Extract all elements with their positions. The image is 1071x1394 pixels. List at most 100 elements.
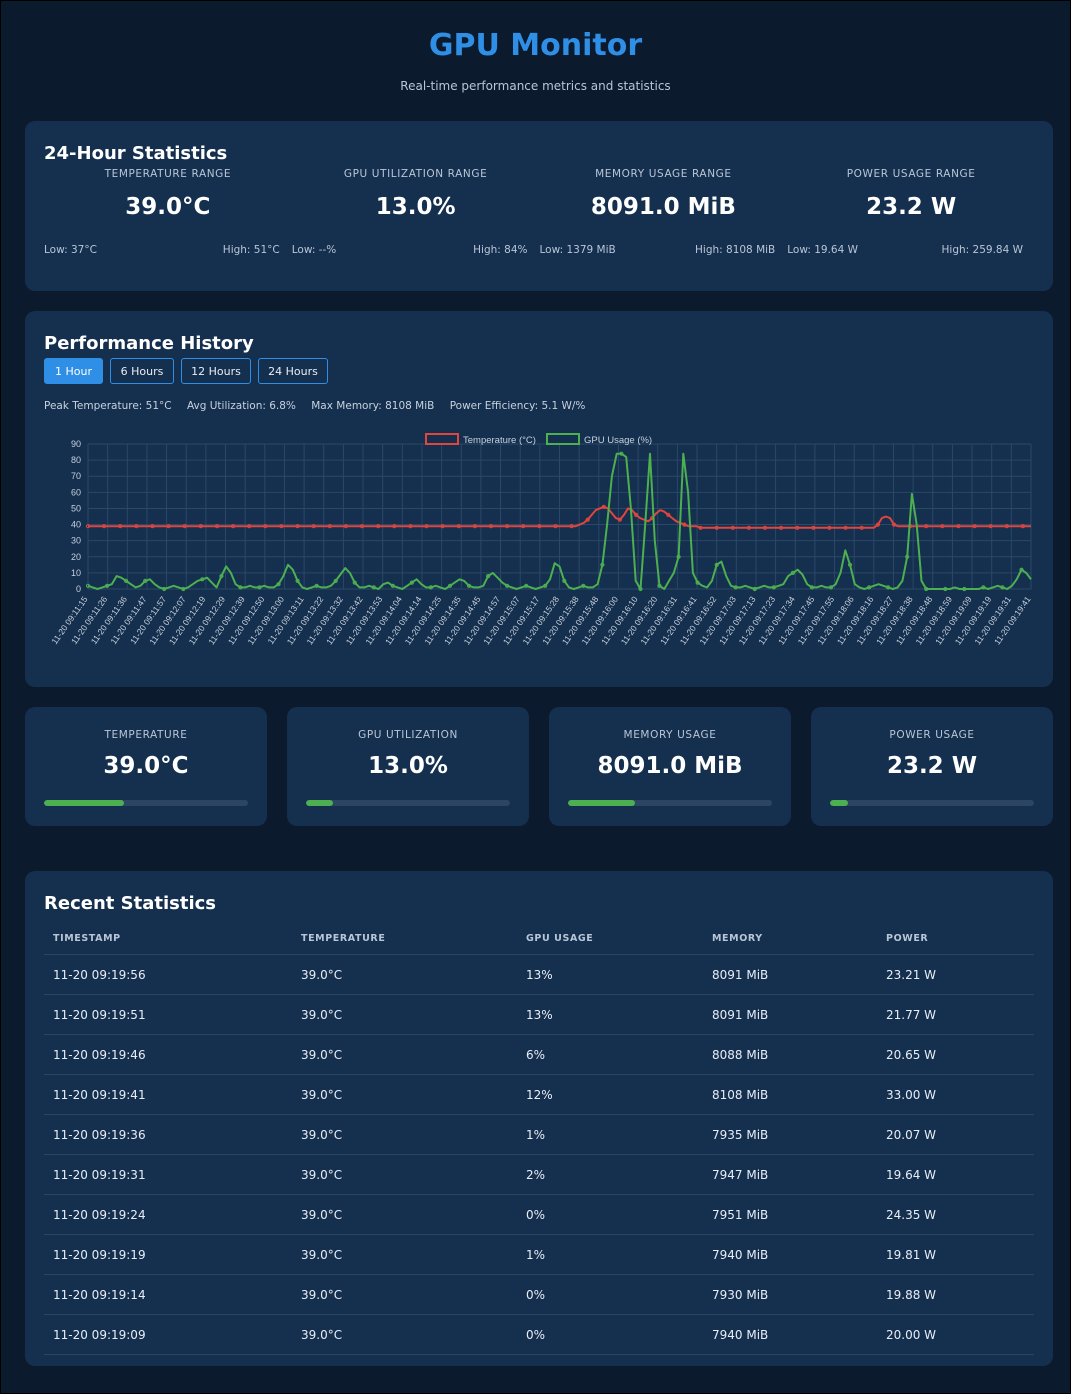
column-header-timestamp: Timestamp xyxy=(44,922,292,955)
page-header: GPU Monitor Real-time performance metric… xyxy=(1,1,1070,93)
progress-track xyxy=(830,800,1034,806)
table-row: 11-20 09:19:36 39.0°C 1% 7935 MiB 20.07 W xyxy=(44,1114,1034,1155)
metric-value: 8091.0 MiB xyxy=(597,753,743,779)
progress-fill xyxy=(830,800,849,806)
legend-label: GPU Usage (%) xyxy=(584,435,652,446)
cell-temperature: 39.0°C xyxy=(292,1074,517,1115)
stat-low-high: Low: 19.64 W High: 259.84 W xyxy=(787,244,1035,256)
metric-label: Memory Usage xyxy=(623,729,717,741)
metric-card-power-usage: Power Usage 23.2 W xyxy=(811,707,1053,826)
cell-timestamp: 11-20 09:19:24 xyxy=(44,1194,292,1235)
cell-memory: 7940 MiB xyxy=(703,1314,877,1355)
cell-temperature: 39.0°C xyxy=(292,1314,517,1355)
cell-timestamp: 11-20 09:19:46 xyxy=(44,1034,292,1075)
column-header-temperature: Temperature xyxy=(292,922,517,955)
y-tick-label: 20 xyxy=(71,552,81,562)
cell-memory: 7930 MiB xyxy=(703,1274,877,1315)
table-row: 11-20 09:19:09 39.0°C 0% 7940 MiB 20.00 W xyxy=(44,1314,1034,1355)
y-tick-label: 40 xyxy=(71,520,81,530)
metric-value: 23.2 W xyxy=(886,753,978,779)
cell-temperature: 39.0°C xyxy=(292,1274,517,1315)
progress-fill xyxy=(568,800,636,806)
metric-value: 13.0% xyxy=(368,753,448,779)
cell-temperature: 39.0°C xyxy=(292,1194,517,1235)
cell-power: 19.64 W xyxy=(877,1154,1034,1195)
cell-gpu-usage: 12% xyxy=(517,1074,703,1115)
y-tick-label: 10 xyxy=(71,568,81,578)
cell-memory: 8108 MiB xyxy=(703,1074,877,1115)
max-memory: Max Memory: 8108 MiB xyxy=(311,400,435,412)
stats-24h-grid: Temperature Range 39.0°C Low: 37°C High:… xyxy=(44,168,1035,256)
legend-swatch xyxy=(546,433,580,445)
cell-memory: 8091 MiB xyxy=(703,994,877,1035)
stat-low: Low: --% xyxy=(291,244,337,256)
stats-24h-title: 24-Hour Statistics xyxy=(44,143,228,164)
cell-power: 33.00 W xyxy=(877,1074,1034,1115)
cell-power: 21.77 W xyxy=(877,994,1034,1035)
stat-low: Low: 37°C xyxy=(44,244,97,256)
stat-gpu-utilization-range: GPU Utilization Range 13.0% Low: --% Hig… xyxy=(292,168,540,256)
performance-summary: Peak Temperature: 51°C Avg Utilization: … xyxy=(44,400,1035,412)
recent-statistics-card: Recent Statistics Timestamp Temperature … xyxy=(25,871,1053,1366)
cell-timestamp: 11-20 09:19:51 xyxy=(44,994,292,1035)
cell-memory: 7951 MiB xyxy=(703,1194,877,1235)
table-row: 11-20 09:19:31 39.0°C 2% 7947 MiB 19.64 W xyxy=(44,1154,1034,1195)
table-row: 11-20 09:19:46 39.0°C 6% 8088 MiB 20.65 W xyxy=(44,1034,1034,1075)
y-tick-label: 90 xyxy=(71,439,81,449)
cell-memory: 8088 MiB xyxy=(703,1034,877,1075)
tab-24-hours[interactable]: 24 Hours xyxy=(258,358,328,384)
avg-utilization: Avg Utilization: 6.8% xyxy=(186,400,296,412)
table-row: 11-20 09:19:24 39.0°C 0% 7951 MiB 24.35 W xyxy=(44,1194,1034,1235)
cell-power: 23.21 W xyxy=(877,954,1034,995)
tab-12-hours[interactable]: 12 Hours xyxy=(181,358,251,384)
performance-history-card: Performance History 1 Hour 6 Hours 12 Ho… xyxy=(25,311,1053,687)
stats-24h-card: 24-Hour Statistics Temperature Range 39.… xyxy=(25,121,1053,291)
stat-value: 23.2 W xyxy=(866,194,957,220)
metric-label: GPU Utilization xyxy=(358,729,458,741)
cell-temperature: 39.0°C xyxy=(292,1234,517,1275)
cell-gpu-usage: 13% xyxy=(517,954,703,995)
table-row: 11-20 09:19:19 39.0°C 1% 7940 MiB 19.81 W xyxy=(44,1234,1034,1275)
column-header-power: Power xyxy=(877,922,1034,955)
stat-label: Memory Usage Range xyxy=(595,168,732,180)
stat-value: 13.0% xyxy=(375,194,456,220)
cell-gpu-usage: 1% xyxy=(517,1234,703,1275)
cell-power: 24.35 W xyxy=(877,1194,1034,1235)
metric-card-gpu-utilization: GPU Utilization 13.0% xyxy=(287,707,529,826)
stat-power-usage-range: Power Usage Range 23.2 W Low: 19.64 W Hi… xyxy=(787,168,1035,256)
tab-6-hours[interactable]: 6 Hours xyxy=(110,358,174,384)
cell-power: 20.07 W xyxy=(877,1114,1034,1155)
time-range-tabs: 1 Hour 6 Hours 12 Hours 24 Hours xyxy=(44,358,1035,384)
metric-card-temperature: Temperature 39.0°C xyxy=(25,707,267,826)
column-header-memory: Memory xyxy=(703,922,877,955)
cell-gpu-usage: 0% xyxy=(517,1274,703,1315)
cell-gpu-usage: 0% xyxy=(517,1194,703,1235)
cell-temperature: 39.0°C xyxy=(292,994,517,1035)
cell-power: 20.00 W xyxy=(877,1314,1034,1355)
page-title: GPU Monitor xyxy=(428,28,643,63)
cell-temperature: 39.0°C xyxy=(292,1114,517,1155)
stat-value: 8091.0 MiB xyxy=(590,194,736,220)
recent-statistics-title: Recent Statistics xyxy=(44,893,216,914)
column-header-gpu-usage: GPU Usage xyxy=(517,922,703,955)
stat-high: High: 84% xyxy=(473,244,528,256)
metric-value: 39.0°C xyxy=(103,753,189,779)
tab-1-hour[interactable]: 1 Hour xyxy=(44,358,103,384)
cell-power: 19.88 W xyxy=(877,1274,1034,1315)
cell-temperature: 39.0°C xyxy=(292,954,517,995)
table-row: 11-20 09:19:41 39.0°C 12% 8108 MiB 33.00 W xyxy=(44,1074,1034,1115)
progress-track xyxy=(44,800,248,806)
peak-temperature: Peak Temperature: 51°C xyxy=(44,400,172,412)
cell-timestamp: 11-20 09:19:56 xyxy=(44,954,292,995)
stat-label: Power Usage Range xyxy=(846,168,976,180)
cell-memory: 7947 MiB xyxy=(703,1154,877,1195)
cell-power: 20.65 W xyxy=(877,1034,1034,1075)
cell-timestamp: 11-20 09:19:31 xyxy=(44,1154,292,1195)
stat-temperature-range: Temperature Range 39.0°C Low: 37°C High:… xyxy=(44,168,292,256)
y-tick-label: 70 xyxy=(71,471,81,481)
cell-timestamp: 11-20 09:19:19 xyxy=(44,1234,292,1275)
y-tick-label: 50 xyxy=(71,503,81,513)
stat-value: 39.0°C xyxy=(125,194,211,220)
metric-card-memory-usage: Memory Usage 8091.0 MiB xyxy=(549,707,791,826)
cell-memory: 7935 MiB xyxy=(703,1114,877,1155)
